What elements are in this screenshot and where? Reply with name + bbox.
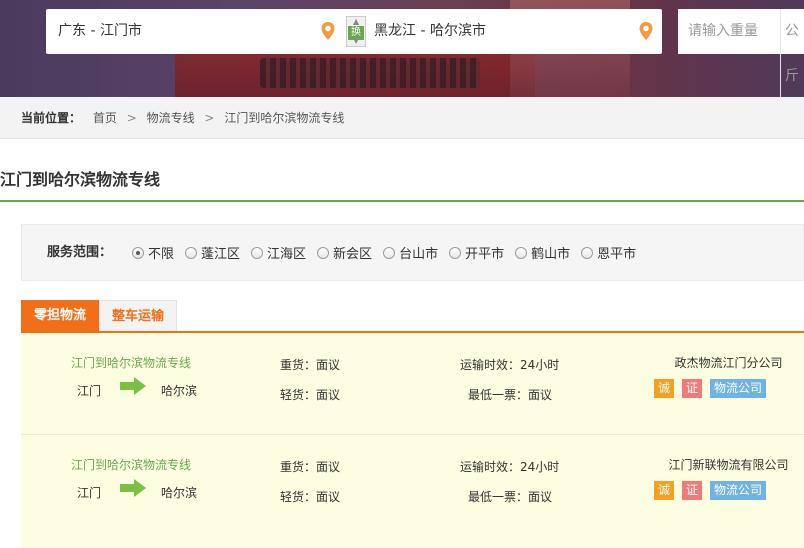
weight-input[interactable]: 请输入重量 公斤: [678, 9, 804, 97]
filter-options: 不限 蓬江区 江海区 新会区 台山市 开平市 鹤山市 恩平市: [132, 225, 647, 280]
minimum-charge: 最低一票：面议: [468, 490, 553, 504]
filter-option-enping[interactable]: 恩平市: [581, 243, 636, 262]
filter-option-pengjiang[interactable]: 蓬江区: [185, 243, 240, 262]
filter-option-xinhui[interactable]: 新会区: [317, 243, 372, 262]
company-badges: 诚 证 物流公司: [654, 379, 774, 398]
company-name-link[interactable]: 江门新联物流有限公司: [641, 456, 804, 473]
location-pin-icon[interactable]: [638, 21, 654, 41]
radio-icon[interactable]: [515, 246, 528, 259]
header-banner: 广东 - 江门市 ▲ 换 ▼ 黑龙江 - 哈尔滨市 请输入重量 公斤: [0, 0, 804, 97]
origin-city: 江门: [77, 384, 102, 398]
filter-label: 服务范围：: [47, 245, 113, 260]
integrity-badge: 诚: [654, 379, 675, 398]
heavy-cargo-price: 重货：面议: [280, 460, 341, 474]
radio-icon[interactable]: [449, 246, 462, 259]
light-cargo-price: 轻货：面议: [280, 388, 341, 402]
radio-icon[interactable]: [251, 246, 264, 259]
location-pin-icon[interactable]: [320, 21, 336, 41]
origin-field[interactable]: 广东 - 江门市: [58, 9, 142, 54]
breadcrumb-item-current[interactable]: 江门到哈尔滨物流专线: [224, 111, 344, 125]
origin-city: 江门: [77, 486, 102, 500]
swap-button[interactable]: ▲ 换 ▼: [346, 16, 366, 47]
weight-unit: 公斤: [780, 9, 804, 97]
filter-option-all[interactable]: 不限: [132, 243, 174, 262]
company-name-link[interactable]: 政杰物流江门分公司: [641, 354, 804, 371]
tab-less-than-truckload[interactable]: 零担物流: [21, 300, 99, 332]
transit-time: 运输时效：24小时: [460, 460, 560, 474]
light-cargo-price: 轻货：面议: [280, 490, 341, 504]
company-badges: 诚 证 物流公司: [654, 481, 774, 500]
breadcrumb-separator: >: [204, 111, 215, 125]
filter-option-heshan[interactable]: 鹤山市: [515, 243, 570, 262]
destination-field[interactable]: 黑龙江 - 哈尔滨市: [374, 9, 486, 54]
radio-icon[interactable]: [317, 246, 330, 259]
list-item: 江门到哈尔滨物流专线 江门 哈尔滨 重货：面议 轻货：面议 运输时效：24小时 …: [21, 333, 804, 435]
weight-placeholder: 请输入重量: [688, 23, 758, 39]
swap-up-arrow-icon: ▲: [353, 17, 360, 26]
route-list: 江门到哈尔滨物流专线 江门 哈尔滨 重货：面议 轻货：面议 运输时效：24小时 …: [21, 333, 804, 548]
arrow-right-icon: [120, 479, 146, 497]
radio-icon[interactable]: [581, 246, 594, 259]
radio-selected-icon[interactable]: [132, 246, 144, 259]
company-type-badge: 物流公司: [710, 481, 767, 500]
swap-down-arrow-icon: ▼: [353, 36, 360, 45]
breadcrumb-item-logistics[interactable]: 物流专线: [147, 111, 195, 125]
arrow-right-icon: [120, 377, 146, 395]
heavy-cargo-price: 重货：面议: [280, 358, 341, 372]
transit-time: 运输时效：24小时: [460, 358, 560, 372]
route-name-link[interactable]: 江门到哈尔滨物流专线: [71, 354, 191, 371]
breadcrumb-item-home[interactable]: 首页: [93, 111, 117, 125]
filter-option-jianghai[interactable]: 江海区: [251, 243, 306, 262]
banner-truck-grill: [260, 58, 480, 88]
radio-icon[interactable]: [185, 246, 198, 259]
filter-option-taishan[interactable]: 台山市: [383, 243, 438, 262]
destination-city: 哈尔滨: [161, 486, 198, 500]
service-area-filter: 服务范围： 不限 蓬江区 江海区 新会区 台山市 开平市 鹤山市 恩平市: [21, 224, 804, 281]
radio-icon[interactable]: [383, 246, 396, 259]
breadcrumb-separator: >: [126, 111, 137, 125]
certified-badge: 证: [682, 379, 703, 398]
breadcrumb: 当前位置： 首页 > 物流专线 > 江门到哈尔滨物流专线: [21, 97, 344, 139]
destination-city: 哈尔滨: [161, 384, 198, 398]
integrity-badge: 诚: [654, 481, 675, 500]
page-title: 江门到哈尔滨物流专线: [0, 170, 161, 189]
certified-badge: 证: [682, 481, 703, 500]
title-divider: [0, 200, 804, 202]
company-type-badge: 物流公司: [710, 379, 767, 398]
list-item: 江门到哈尔滨物流专线 江门 哈尔滨 重货：面议 轻货：面议 运输时效：24小时 …: [21, 435, 804, 537]
breadcrumb-bar: 当前位置： 首页 > 物流专线 > 江门到哈尔滨物流专线: [0, 97, 804, 139]
route-name-link[interactable]: 江门到哈尔滨物流专线: [71, 456, 191, 473]
filter-option-kaiping[interactable]: 开平市: [449, 243, 504, 262]
route-search-bar: 广东 - 江门市 ▲ 换 ▼ 黑龙江 - 哈尔滨市: [46, 9, 662, 54]
breadcrumb-label: 当前位置：: [21, 111, 82, 125]
minimum-charge: 最低一票：面议: [468, 388, 553, 402]
tab-full-truckload[interactable]: 整车运输: [99, 300, 177, 332]
